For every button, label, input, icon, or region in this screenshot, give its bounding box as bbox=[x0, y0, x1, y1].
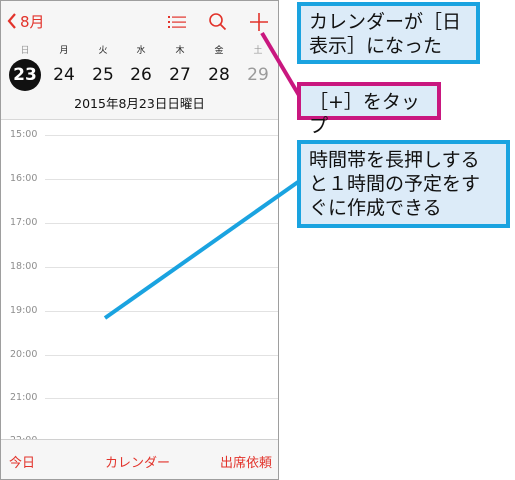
day-cell[interactable]: 27 bbox=[164, 59, 196, 91]
hour-gridline bbox=[45, 267, 278, 268]
weekday-label: 月 bbox=[59, 46, 69, 56]
back-button[interactable]: 8月 bbox=[7, 9, 45, 33]
add-event-button[interactable] bbox=[247, 11, 271, 33]
hour-label: 19:00 bbox=[10, 305, 38, 316]
hour-gridline bbox=[45, 179, 278, 180]
weekday-label: 木 bbox=[175, 46, 185, 56]
hour-label: 17:00 bbox=[10, 217, 38, 228]
hour-gridline bbox=[45, 311, 278, 312]
hour-label: 15:00 bbox=[10, 129, 38, 140]
hour-row[interactable]: 19:00 bbox=[1, 304, 278, 318]
hour-gridline bbox=[45, 223, 278, 224]
hour-row[interactable]: 18:00 bbox=[1, 260, 278, 274]
search-button[interactable] bbox=[206, 11, 230, 33]
list-icon bbox=[168, 16, 186, 28]
weekday-label: 金 bbox=[214, 46, 224, 56]
hour-row[interactable]: 17:00 bbox=[1, 216, 278, 230]
chevron-left-icon bbox=[7, 13, 16, 29]
hour-row[interactable]: 21:00 bbox=[1, 391, 278, 405]
hour-label: 20:00 bbox=[10, 349, 38, 360]
weekday-label: 水 bbox=[136, 46, 146, 56]
weekday-label: 土 bbox=[253, 46, 263, 56]
calendar-app: 8月 日 月 火 水 木 金 土 23 24 25 26 27 28 29 20… bbox=[0, 0, 279, 480]
hour-label: 18:00 bbox=[10, 261, 38, 272]
weekday-label: 日 bbox=[20, 46, 30, 56]
weekday-row: 日 月 火 水 木 金 土 bbox=[1, 43, 278, 56]
inbox-button[interactable]: 出席依頼 bbox=[220, 452, 272, 471]
nav-bar: 8月 bbox=[1, 1, 278, 41]
hour-row[interactable]: 15:00 bbox=[1, 128, 278, 142]
hour-label: 21:00 bbox=[10, 392, 38, 403]
week-day-row: 23 24 25 26 27 28 29 bbox=[1, 59, 278, 91]
plus-icon bbox=[250, 13, 268, 31]
today-button[interactable]: 今日 bbox=[9, 452, 35, 471]
bottom-toolbar: 今日 カレンダー 出席依頼 bbox=[1, 439, 278, 479]
day-cell[interactable]: 26 bbox=[125, 59, 157, 91]
hour-label: 16:00 bbox=[10, 173, 38, 184]
day-cell[interactable]: 25 bbox=[87, 59, 119, 91]
long-press-callout: 時間帯を長押しする と１時間の予定をす ぐに作成できる bbox=[297, 140, 510, 228]
day-cell[interactable]: 24 bbox=[48, 59, 80, 91]
tap-plus-callout: ［+］をタップ bbox=[297, 82, 441, 137]
hour-gridline bbox=[45, 398, 278, 399]
day-cell[interactable]: 29 bbox=[242, 59, 274, 91]
back-label: 8月 bbox=[20, 12, 45, 31]
view-change-callout: カレンダーが［日 表示］になった bbox=[297, 2, 480, 64]
weekday-label: 火 bbox=[98, 46, 108, 56]
hour-gridline bbox=[45, 355, 278, 356]
hour-row[interactable]: 20:00 bbox=[1, 348, 278, 362]
day-cell[interactable]: 28 bbox=[203, 59, 235, 91]
day-selected[interactable]: 23 bbox=[9, 59, 41, 91]
day-timeline[interactable]: 15:00 16:00 17:00 18:00 19:00 20:00 21:0… bbox=[1, 120, 278, 446]
selected-date-label: 2015年8月23日日曜日 bbox=[74, 96, 205, 111]
hour-gridline bbox=[45, 135, 278, 136]
search-icon bbox=[209, 13, 227, 31]
hour-row[interactable]: 16:00 bbox=[1, 172, 278, 186]
list-view-button[interactable] bbox=[166, 11, 190, 33]
calendar-header: 8月 日 月 火 水 木 金 土 23 24 25 26 27 28 29 20… bbox=[1, 1, 278, 120]
calendars-button[interactable]: カレンダー bbox=[105, 452, 170, 471]
